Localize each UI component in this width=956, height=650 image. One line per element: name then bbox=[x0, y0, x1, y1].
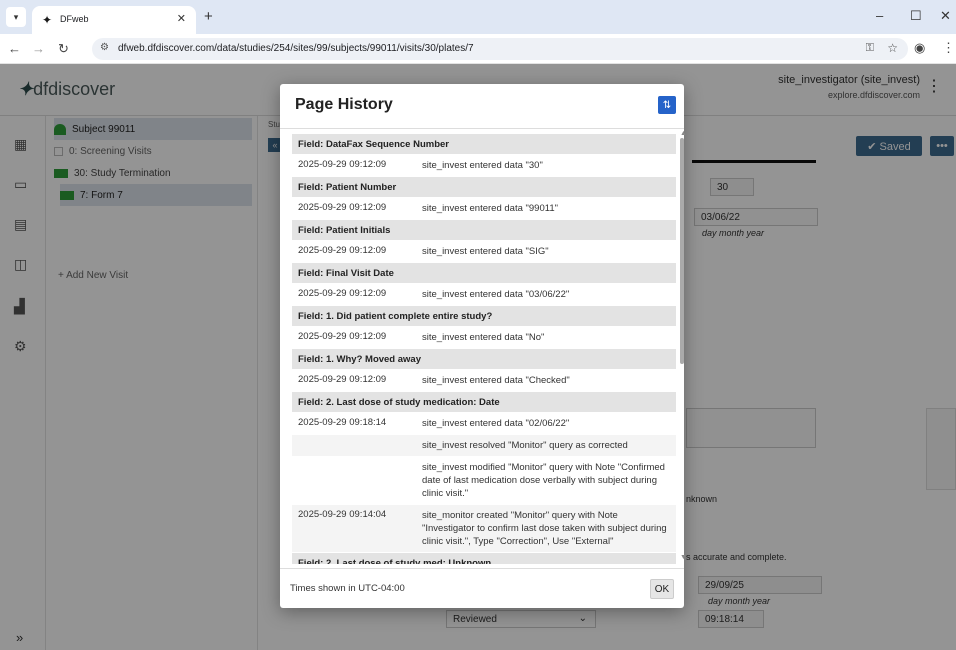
history-action: site_monitor created "Monitor" query wit… bbox=[422, 510, 667, 547]
history-date: 2025-09-29 09:12:09 bbox=[298, 331, 387, 342]
url-text: dfweb.dfdiscover.com/data/studies/254/si… bbox=[118, 43, 474, 54]
history-date: 2025-09-29 09:14:04 bbox=[298, 509, 387, 520]
history-action: site_invest entered data "30" bbox=[422, 160, 543, 171]
history-entry: site_invest modified "Monitor" query wit… bbox=[292, 457, 676, 505]
history-date: 2025-09-29 09:12:09 bbox=[298, 245, 387, 256]
history-field-header: Field: Patient Initials bbox=[292, 220, 676, 241]
history-entry: site_invest resolved "Monitor" query as … bbox=[292, 435, 676, 457]
browser-tab-bar: ▾ ✦ DFweb ✕ + – ☐ ✕ bbox=[0, 0, 956, 34]
history-date bbox=[292, 457, 418, 504]
history-field-header: Field: 2. Last dose of study medication:… bbox=[292, 392, 676, 413]
history-date: 2025-09-29 09:18:14 bbox=[298, 417, 387, 428]
history-field-header: Field: 1. Did patient complete entire st… bbox=[292, 306, 676, 327]
history-action: site_invest entered data "SIG" bbox=[422, 246, 549, 257]
history-field-header: Field: DataFax Sequence Number bbox=[292, 134, 676, 155]
history-field-header: Field: Patient Number bbox=[292, 177, 676, 198]
history-entry: 2025-09-29 09:14:04 site_monitor created … bbox=[292, 505, 676, 553]
history-field-header: Field: 1. Why? Moved away bbox=[292, 349, 676, 370]
history-date: 2025-09-29 09:12:09 bbox=[298, 159, 387, 170]
page-history-dialog: Page History ⇅ Field: DataFax Sequence N… bbox=[280, 84, 687, 608]
favicon-icon: ✦ bbox=[42, 13, 53, 27]
history-action: site_invest entered data "99011" bbox=[422, 203, 558, 214]
history-action: site_invest entered data "Checked" bbox=[422, 375, 570, 386]
site-info-icon[interactable]: ⚙ bbox=[100, 42, 109, 53]
history-date bbox=[292, 435, 418, 456]
scroll-down-icon[interactable]: ▼ bbox=[680, 554, 687, 561]
sort-order-button[interactable]: ⇅ bbox=[658, 96, 676, 114]
history-list[interactable]: Field: DataFax Sequence Number 2025-09-29… bbox=[292, 134, 676, 564]
history-entry: 2025-09-29 09:12:09 site_invest entered d… bbox=[292, 241, 676, 263]
history-date: 2025-09-29 09:12:09 bbox=[298, 202, 387, 213]
history-action: site_invest entered data "02/06/22" bbox=[422, 418, 570, 429]
back-icon[interactable]: ← bbox=[8, 41, 21, 56]
window-close-icon[interactable]: ✕ bbox=[940, 8, 951, 24]
new-tab-icon[interactable]: + bbox=[204, 8, 213, 25]
reload-icon[interactable]: ↻ bbox=[58, 41, 69, 57]
close-icon[interactable]: ✕ bbox=[177, 12, 186, 25]
history-field-header: Field: Final Visit Date bbox=[292, 263, 676, 284]
ok-button[interactable]: OK bbox=[650, 579, 674, 599]
history-action: site_invest entered data "03/06/22" bbox=[422, 289, 570, 300]
timezone-note: Times shown in UTC-04:00 bbox=[290, 583, 405, 594]
maximize-icon[interactable]: ☐ bbox=[910, 8, 922, 24]
bookmark-star-icon[interactable]: ☆ bbox=[887, 41, 898, 55]
tab-menu-icon[interactable]: ▾ bbox=[6, 7, 26, 27]
history-entry: 2025-09-29 09:12:09 site_invest entered d… bbox=[292, 284, 676, 306]
history-date: 2025-09-29 09:12:09 bbox=[298, 374, 387, 385]
history-entry: 2025-09-29 09:12:09 site_invest entered d… bbox=[292, 370, 676, 392]
minimize-icon[interactable]: – bbox=[876, 8, 883, 23]
profile-icon[interactable]: ◉ bbox=[914, 40, 925, 56]
history-entry: 2025-09-29 09:12:09 site_invest entered d… bbox=[292, 155, 676, 177]
history-entry: 2025-09-29 09:12:09 site_invest entered d… bbox=[292, 198, 676, 220]
history-date: 2025-09-29 09:12:09 bbox=[298, 288, 387, 299]
history-action: site_invest resolved "Monitor" query as … bbox=[422, 440, 628, 451]
divider bbox=[280, 568, 684, 569]
browser-tab[interactable]: ✦ DFweb ✕ bbox=[32, 6, 196, 34]
scroll-up-icon[interactable]: ▲ bbox=[680, 130, 687, 137]
tab-title: DFweb bbox=[60, 14, 89, 24]
history-entry: 2025-09-29 09:12:09 site_invest entered d… bbox=[292, 327, 676, 349]
history-entry: 2025-09-29 09:18:14 site_invest entered d… bbox=[292, 413, 676, 435]
forward-icon[interactable]: → bbox=[32, 41, 45, 56]
dialog-title: Page History bbox=[295, 96, 393, 113]
history-field-header: Field: 2. Last dose of study med: Unknow… bbox=[292, 553, 676, 564]
browser-menu-icon[interactable]: ⋮ bbox=[942, 40, 955, 56]
history-action: site_invest entered data "No" bbox=[422, 332, 545, 343]
divider bbox=[280, 128, 684, 129]
scrollbar-thumb[interactable] bbox=[680, 138, 684, 364]
url-input[interactable]: ⚙ dfweb.dfdiscover.com/data/studies/254/… bbox=[92, 38, 908, 60]
address-bar: ← → ↻ ⚙ dfweb.dfdiscover.com/data/studie… bbox=[0, 34, 956, 64]
password-key-icon[interactable]: ⚿ bbox=[866, 42, 874, 55]
history-action: site_invest modified "Monitor" query wit… bbox=[422, 462, 665, 499]
